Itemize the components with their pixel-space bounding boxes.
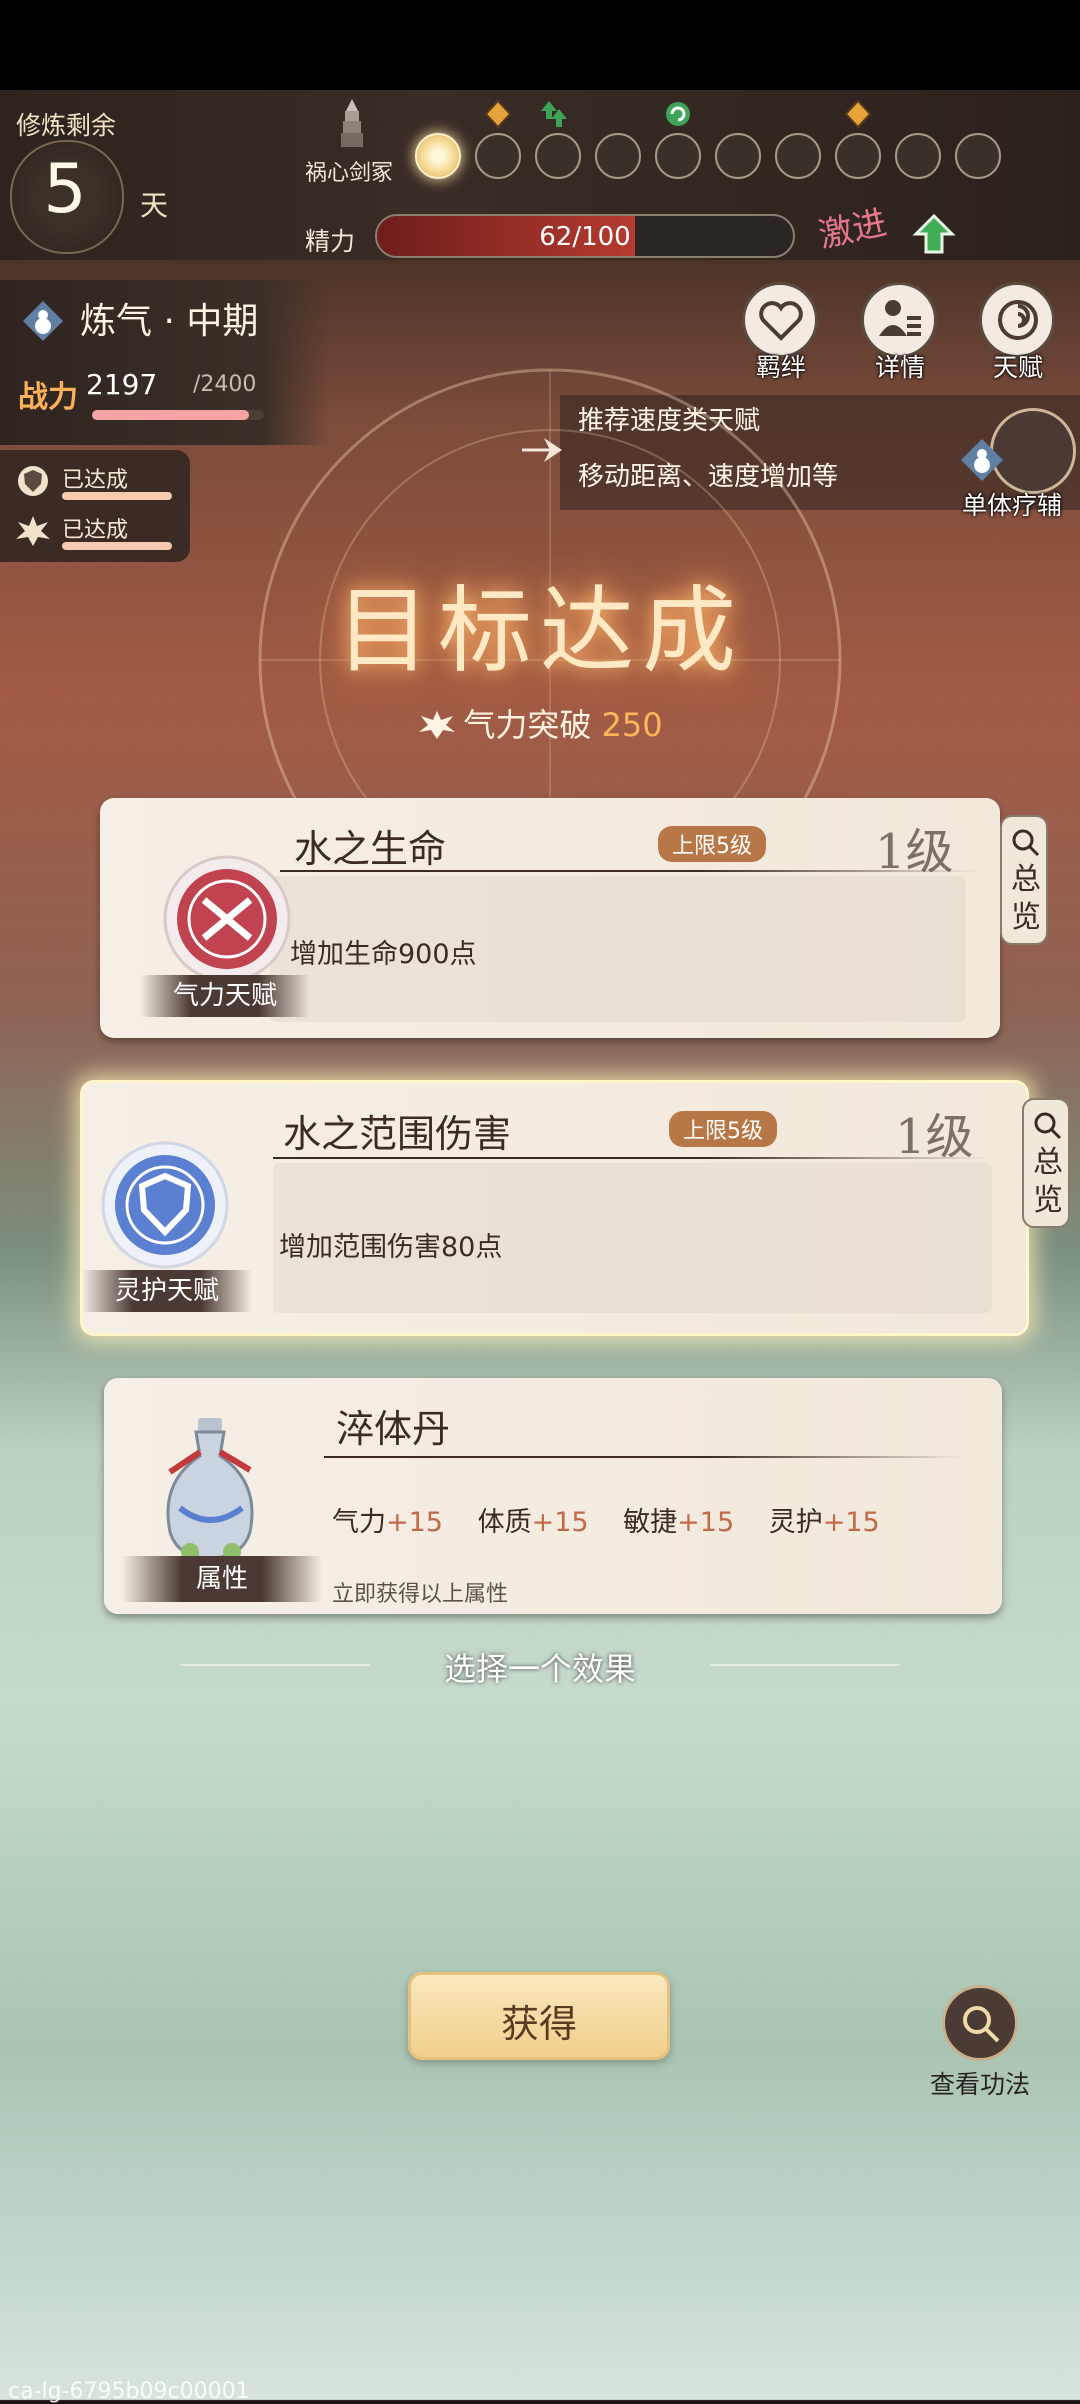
breakthrough-info: 气力突破 250 [0, 700, 1080, 746]
breakthrough-label: 气力突破 [463, 706, 592, 744]
swirl-marker-icon [666, 102, 690, 126]
obtain-label: 获得 [500, 2002, 577, 2046]
stage-orb [895, 133, 941, 179]
pill-note: 立即获得以上属性 [332, 1582, 509, 1607]
stage-orb [655, 133, 701, 179]
talent-label: 天赋 [992, 353, 1043, 382]
stat-name: 气力 [332, 1507, 386, 1538]
stat-value: +15 [531, 1507, 589, 1538]
details-label: 详情 [874, 353, 925, 382]
stat-item: 体质+15 [478, 1507, 589, 1538]
stat-item: 敏捷+15 [623, 1507, 734, 1538]
talent-button[interactable]: 天赋 [975, 282, 1061, 392]
power-label: 战力 [18, 380, 78, 415]
details-button[interactable]: 详情 [857, 282, 943, 392]
card-cap-badge: 上限5级 [669, 1111, 777, 1147]
power-value: 2197 [86, 368, 158, 401]
overview-button[interactable]: 总览 [1000, 815, 1048, 945]
card-divider [280, 870, 980, 872]
pill-title: 淬体丹 [336, 1407, 451, 1451]
stage-title: 祸心剑冢 [305, 161, 394, 186]
stage-orb [415, 133, 461, 179]
stat-name: 体质 [477, 1507, 532, 1538]
achievement-panel: 已达成 已达成 [0, 450, 190, 562]
energy-bar: 62/100 [375, 214, 795, 258]
card-title: 水之范围伤害 [283, 1112, 512, 1156]
card-divider [273, 1157, 993, 1159]
aggressive-seal[interactable]: 激进 [814, 192, 907, 277]
stage-orb [535, 133, 581, 179]
tower-icon [341, 99, 363, 147]
double-arrow-up-icon [541, 101, 567, 127]
achievement-label: 已达成 [62, 518, 129, 543]
realm-name: 炼气 · 中期 [80, 301, 259, 342]
pill-category: 属性 [122, 1556, 322, 1602]
card-divider [324, 1456, 964, 1458]
stat-name: 灵护 [768, 1507, 823, 1538]
breakthrough-value: 250 [601, 706, 663, 744]
stat-value: +15 [386, 1507, 443, 1538]
energy-text: 62/100 [539, 222, 631, 252]
achievement-bar [62, 542, 172, 550]
days-value: 5 [43, 150, 87, 229]
burst-icon [16, 516, 50, 546]
card-cap-badge: 上限5级 [658, 826, 766, 862]
search-icon [1034, 1112, 1062, 1140]
stage-orb [955, 133, 1001, 179]
person-list-icon [879, 300, 921, 336]
diamond-marker-icon [844, 99, 872, 129]
card-desc: 增加范围伤害80点 [279, 1232, 503, 1263]
guard-talent-emblem-icon [101, 1141, 229, 1269]
stage-orb [475, 133, 521, 179]
energy-label: 精力 [305, 227, 356, 256]
goal-title: 目标达成 [335, 577, 744, 686]
card-category: 灵护天赋 [82, 1270, 252, 1312]
diamond-marker-icon [484, 99, 512, 129]
achievement-bar [62, 492, 172, 500]
cultivation-days: 修炼剩余 5 天 [0, 92, 210, 262]
days-unit: 天 [140, 189, 169, 222]
power-bar [92, 410, 264, 420]
heart-icon [759, 301, 803, 341]
overview-label: 总览 [1033, 1145, 1063, 1218]
obtain-button[interactable]: 获得 [408, 1972, 670, 2060]
view-skill-button[interactable]: 查看功法 [920, 1985, 1040, 2105]
overview-button[interactable]: 总览 [1022, 1098, 1070, 1228]
shield-icon [18, 466, 48, 496]
card-title: 水之生命 [294, 827, 447, 871]
card-desc: 增加生命900点 [290, 939, 477, 970]
achievement-item[interactable]: 已达成 [10, 458, 190, 506]
stat-item: 灵护+15 [769, 1507, 880, 1538]
gourd-icon [961, 439, 1003, 481]
pill-bottle-icon [166, 1418, 254, 1561]
search-icon [963, 2006, 1000, 2043]
stat-value: +15 [677, 1507, 735, 1538]
gourd-icon [23, 301, 63, 341]
stage-orb [775, 133, 821, 179]
stat-value: +15 [822, 1507, 880, 1538]
status-bar [0, 0, 1080, 90]
strength-talent-emblem-icon [163, 855, 291, 983]
card-category: 气力天赋 [140, 975, 310, 1017]
burst-icon [419, 711, 456, 739]
stat-name: 敏捷 [623, 1507, 678, 1538]
stage-orb [595, 133, 641, 179]
stage-orb [835, 133, 881, 179]
green-up-arrow-icon [912, 213, 956, 254]
achievement-label: 已达成 [62, 468, 129, 493]
achievement-item[interactable]: 已达成 [10, 508, 190, 556]
pill-stats: 气力+15 体质+15 敏捷+15 灵护+15 [332, 1500, 906, 1539]
swirl-icon [998, 300, 1038, 340]
overview-label: 总览 [1011, 862, 1041, 935]
choose-effect-label: 选择一个效果 [443, 1650, 636, 1688]
search-icon [1012, 829, 1040, 857]
days-label: 修炼剩余 [16, 111, 117, 140]
power-bar-fill [92, 410, 250, 420]
stat-item: 气力+15 [332, 1507, 443, 1538]
stage-orb [715, 133, 761, 179]
healer-label: 单体疗辅 [962, 491, 1063, 520]
skill-label: 查看功法 [929, 2070, 1030, 2099]
